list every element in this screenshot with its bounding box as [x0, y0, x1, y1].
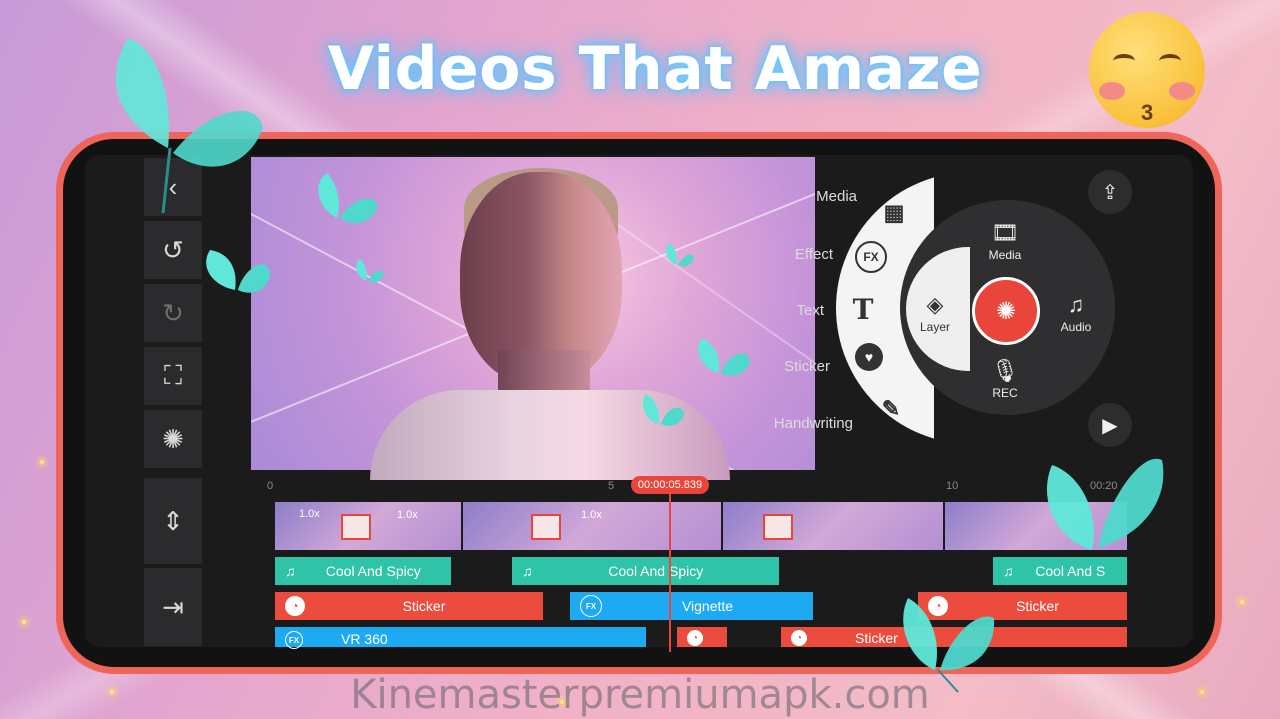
- effect-track-clip[interactable]: FX Vignette: [570, 592, 813, 620]
- media-browser-icon[interactable]: ▦: [877, 196, 911, 230]
- music-note-icon: ♫: [1067, 292, 1085, 317]
- playhead-line[interactable]: [669, 492, 671, 652]
- sticker-track-clip[interactable]: ◔ Sticker: [275, 592, 543, 620]
- exit-icon: ⇥: [162, 591, 184, 622]
- sparkle-decoration: [1240, 600, 1244, 604]
- microphone-icon: 🎙: [991, 358, 1019, 383]
- sparkle-decoration: [40, 460, 44, 464]
- sticker-icon[interactable]: ♥: [855, 343, 883, 371]
- gear-icon: ✺: [162, 423, 184, 454]
- clip-speed-label: 1.0x: [397, 509, 418, 521]
- capture-frame-icon: ⛶: [163, 360, 183, 390]
- capture-button[interactable]: ⛶: [144, 347, 202, 405]
- text-t-icon[interactable]: T: [846, 292, 880, 326]
- sticker-track-clip[interactable]: ◔: [677, 627, 727, 647]
- butterfly-decoration-icon: [1046, 458, 1164, 550]
- undo-icon: ↺: [162, 234, 184, 265]
- fx-icon: FX: [285, 631, 303, 649]
- butterfly-decoration-icon: [698, 338, 750, 376]
- redo-button[interactable]: ↻: [144, 284, 202, 342]
- butterfly-decoration-icon: [206, 250, 270, 293]
- sticker-icon: ◔: [687, 630, 703, 646]
- music-note-icon: ♫: [285, 563, 296, 579]
- layers-icon: ◈: [926, 292, 944, 317]
- butterfly-decoration-icon: [666, 243, 694, 267]
- split-adjust-icon: ⇕: [162, 505, 184, 536]
- share-export-icon: ⇪: [1101, 181, 1119, 204]
- music-note-icon: ♫: [522, 563, 533, 579]
- butterfly-decoration-icon: [356, 259, 384, 283]
- wheel-audio-button[interactable]: ♫ Audio: [1046, 292, 1106, 334]
- transition-badge[interactable]: [341, 514, 371, 540]
- brush-icon[interactable]: ✎: [874, 392, 908, 426]
- kissing-face-emoji-icon: 3: [1089, 12, 1205, 128]
- exit-editor-button[interactable]: ⇥: [144, 568, 202, 646]
- transition-badge[interactable]: [763, 514, 793, 540]
- sticker-icon: ◔: [791, 630, 807, 646]
- ruler-label: 0: [267, 480, 274, 492]
- menu-label-text[interactable]: Text: [704, 302, 824, 319]
- export-button[interactable]: ⇪: [1088, 170, 1132, 214]
- fx-icon: FX: [580, 595, 602, 617]
- fx-icon[interactable]: FX: [855, 241, 887, 273]
- clip-speed-label: 1.0x: [581, 509, 602, 521]
- video-clip[interactable]: 1.0x: [275, 502, 463, 550]
- timeline-expand-button[interactable]: ⇕: [144, 478, 202, 564]
- record-shutter-button[interactable]: ✺: [972, 277, 1040, 345]
- ruler-label: 5: [608, 480, 615, 492]
- video-clip[interactable]: [723, 502, 945, 550]
- butterfly-decoration-icon: [642, 394, 684, 426]
- settings-button[interactable]: ✺: [144, 410, 202, 468]
- sticker-icon: ◔: [285, 596, 305, 616]
- butterfly-decoration-icon: [318, 173, 378, 224]
- music-note-icon: ♫: [1003, 563, 1014, 579]
- wheel-rec-button[interactable]: 🎙 REC: [975, 358, 1035, 400]
- redo-icon: ↻: [162, 297, 184, 328]
- wheel-media-button[interactable]: 🎞 Media: [975, 220, 1035, 262]
- menu-label-media[interactable]: Media: [737, 188, 857, 205]
- watermark-url: Kinemasterpremiumapk.com: [350, 672, 930, 718]
- film-icon: 🎞: [991, 220, 1019, 245]
- butterfly-decoration-icon: [115, 38, 263, 214]
- undo-button[interactable]: ↺: [144, 221, 202, 279]
- record-shutter-icon: ✺: [995, 297, 1017, 325]
- menu-label-handwriting[interactable]: Handwriting: [733, 415, 853, 432]
- menu-label-effect[interactable]: Effect: [713, 246, 833, 263]
- audio-track-clip[interactable]: ♫ Cool And Spicy: [512, 557, 779, 585]
- transition-badge[interactable]: [531, 514, 561, 540]
- wheel-layer-button[interactable]: ◈ Layer: [905, 292, 965, 334]
- effect-track-clip[interactable]: FX VR 360: [275, 627, 646, 649]
- audio-track-clip[interactable]: ♫ Cool And Spicy: [275, 557, 451, 585]
- ruler-label: 10: [946, 480, 959, 492]
- play-icon: ▶: [1102, 414, 1118, 437]
- sparkle-decoration: [22, 620, 26, 624]
